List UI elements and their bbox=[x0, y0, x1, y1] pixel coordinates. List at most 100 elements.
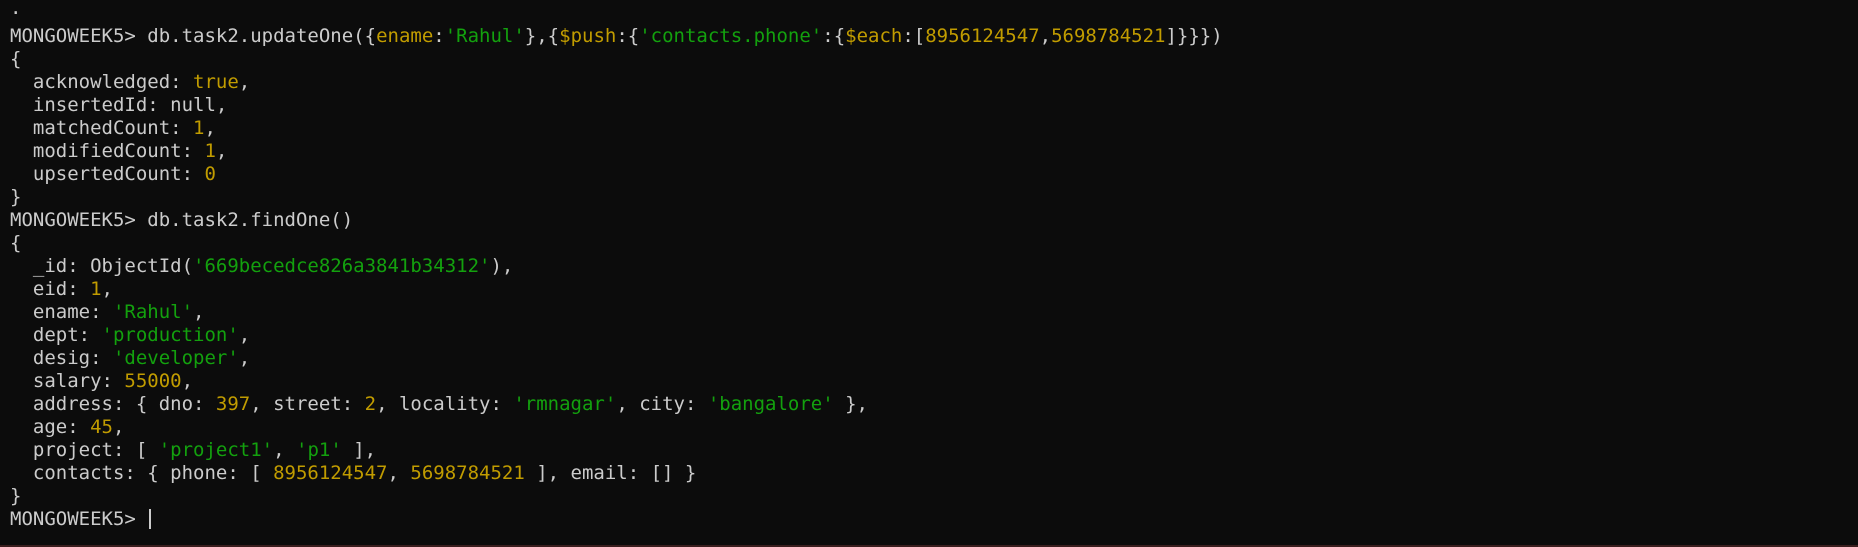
text-token: , bbox=[193, 301, 205, 323]
output-line: dept: 'production', bbox=[10, 324, 1858, 347]
string-token: 'project1' bbox=[158, 439, 274, 461]
text-token: ]}}}) bbox=[1165, 25, 1223, 47]
active-prompt: MONGOWEEK5> bbox=[10, 508, 148, 530]
value-token: ename bbox=[376, 25, 434, 47]
text-token: :{ bbox=[822, 25, 846, 47]
text-token: acknowledged: bbox=[10, 71, 194, 93]
command-line: MONGOWEEK5> db.task2.findOne() bbox=[10, 209, 1858, 232]
output-line: salary: 55000, bbox=[10, 370, 1858, 393]
text-token: contacts: { phone: [ bbox=[10, 462, 274, 484]
value-token: $push bbox=[559, 25, 617, 47]
value-token: 0 bbox=[204, 163, 216, 185]
text-token: _id: ObjectId( bbox=[10, 255, 194, 277]
text-token: }, bbox=[833, 393, 868, 415]
text-token: , bbox=[112, 416, 125, 438]
text-token: , bbox=[238, 347, 251, 369]
string-token: '669becedce826a3841b34312' bbox=[193, 255, 491, 277]
text-token: · bbox=[10, 2, 22, 24]
text-token: , bbox=[238, 324, 251, 346]
output-line: eid: 1, bbox=[10, 278, 1858, 301]
text-token: , city: bbox=[616, 393, 708, 415]
text-token: , bbox=[181, 370, 194, 392]
output-line: acknowledged: true, bbox=[10, 71, 1858, 94]
prompt-text: MONGOWEEK5> bbox=[10, 209, 148, 231]
string-token: 'p1' bbox=[296, 439, 342, 461]
text-token: },{ bbox=[524, 25, 560, 47]
text-token: dept: bbox=[10, 324, 102, 346]
output-line: _id: ObjectId('669becedce826a3841b34312'… bbox=[10, 255, 1858, 278]
value-token: 2 bbox=[364, 393, 377, 415]
output-line: · bbox=[10, 2, 1858, 25]
text-cursor[interactable] bbox=[149, 509, 152, 529]
text-token: db.task2.findOne() bbox=[147, 209, 354, 231]
text-token: matchedCount: bbox=[10, 117, 194, 139]
text-token: desig: bbox=[10, 347, 113, 369]
string-token: 'contacts.phone' bbox=[639, 25, 823, 47]
output-line: { bbox=[10, 232, 1858, 255]
command-line: MONGOWEEK5> db.task2.updateOne({ename:'R… bbox=[10, 25, 1858, 48]
output-line: upsertedCount: 0 bbox=[10, 163, 1858, 186]
value-token: 1 bbox=[90, 278, 102, 300]
output-line: insertedId: null, bbox=[10, 94, 1858, 117]
string-token: 'developer' bbox=[112, 347, 239, 369]
text-token: :{ bbox=[616, 25, 640, 47]
text-token: , bbox=[238, 71, 251, 93]
text-token: ], email: [] } bbox=[524, 462, 697, 484]
value-token: 55000 bbox=[124, 370, 182, 392]
text-token: ), bbox=[490, 255, 514, 277]
active-prompt-line[interactable]: MONGOWEEK5> bbox=[10, 508, 1858, 531]
text-token: : bbox=[433, 25, 445, 47]
value-token: $each bbox=[845, 25, 903, 47]
output-line: { bbox=[10, 48, 1858, 71]
string-token: 'bangalore' bbox=[707, 393, 834, 415]
text-token: modifiedCount: bbox=[10, 140, 205, 162]
value-token: 1 bbox=[193, 117, 205, 139]
text-token: project: [ bbox=[10, 439, 159, 461]
string-token: 'production' bbox=[101, 324, 239, 346]
output-line: contacts: { phone: [ 8956124547, 5698784… bbox=[10, 462, 1858, 485]
string-token: 'Rahul' bbox=[444, 25, 525, 47]
string-token: 'rmnagar' bbox=[513, 393, 617, 415]
text-token: upsertedCount: bbox=[10, 163, 205, 185]
text-token: ename: bbox=[10, 301, 113, 323]
text-token: eid: bbox=[10, 278, 91, 300]
text-token: , bbox=[387, 462, 411, 484]
output-line: matchedCount: 1, bbox=[10, 117, 1858, 140]
terminal-window[interactable]: · MONGOWEEK5> db.task2.updateOne({ename:'… bbox=[0, 0, 1858, 547]
output-line: } bbox=[10, 186, 1858, 209]
text-token: age: bbox=[10, 416, 91, 438]
value-token: 45 bbox=[90, 416, 113, 438]
text-token: } bbox=[10, 186, 22, 208]
value-token: 5698784521 bbox=[410, 462, 525, 484]
output-line: address: { dno: 397, street: 2, locality… bbox=[10, 393, 1858, 416]
text-token: } bbox=[10, 485, 22, 507]
output-line: modifiedCount: 1, bbox=[10, 140, 1858, 163]
output-line: desig: 'developer', bbox=[10, 347, 1858, 370]
text-token: { bbox=[10, 232, 22, 254]
text-token: { bbox=[10, 48, 22, 70]
text-token: salary: bbox=[10, 370, 125, 392]
text-token: :[ bbox=[902, 25, 926, 47]
value-token: 1 bbox=[204, 140, 216, 162]
text-token: , bbox=[273, 439, 296, 461]
text-token: , locality: bbox=[376, 393, 514, 415]
text-token: ], bbox=[341, 439, 377, 461]
value-token: true bbox=[193, 71, 239, 93]
text-token: db.task2.updateOne({ bbox=[147, 25, 377, 47]
text-token: , bbox=[1039, 25, 1052, 47]
output-line: project: [ 'project1', 'p1' ], bbox=[10, 439, 1858, 462]
output-line: ename: 'Rahul', bbox=[10, 301, 1858, 324]
prompt-text: MONGOWEEK5> bbox=[10, 25, 148, 47]
string-token: 'Rahul' bbox=[112, 301, 194, 323]
output-line: } bbox=[10, 485, 1858, 508]
text-token: address: { dno: bbox=[10, 393, 216, 415]
terminal-output: · MONGOWEEK5> db.task2.updateOne({ename:'… bbox=[10, 2, 1858, 508]
text-token: , bbox=[204, 117, 216, 139]
value-token: 397 bbox=[215, 393, 251, 415]
value-token: 8956124547 bbox=[273, 462, 388, 484]
text-token: , bbox=[101, 278, 113, 300]
text-token: insertedId: null, bbox=[10, 94, 228, 116]
text-token: , bbox=[215, 140, 228, 162]
value-token: 8956124547 bbox=[925, 25, 1040, 47]
text-token: , street: bbox=[250, 393, 365, 415]
